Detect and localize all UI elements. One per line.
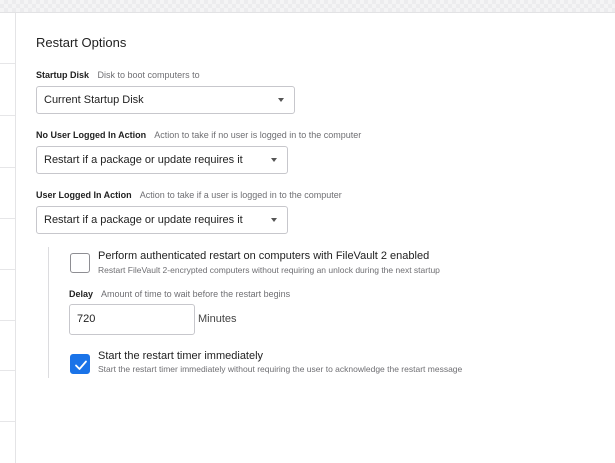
no-user-action-select[interactable]: Restart if a package or update requires … bbox=[36, 146, 288, 174]
timer-title: Start the restart timer immediately bbox=[98, 350, 264, 362]
no-user-action-value: Restart if a package or update requires … bbox=[44, 154, 243, 166]
chevron-down-icon bbox=[271, 158, 277, 162]
delay-label-text: Delay bbox=[69, 289, 94, 299]
section-title: Restart Options bbox=[36, 35, 127, 50]
delay-description: Amount of time to wait before the restar… bbox=[101, 289, 291, 299]
startup-disk-select[interactable]: Current Startup Disk bbox=[36, 86, 295, 114]
user-action-description: Action to take if a user is logged in to… bbox=[139, 190, 342, 200]
delay-label: Delay Amount of time to wait before the … bbox=[69, 289, 290, 299]
user-action-value: Restart if a package or update requires … bbox=[44, 214, 243, 226]
delay-unit: Minutes bbox=[198, 313, 237, 325]
delay-input[interactable]: 720 bbox=[69, 304, 195, 335]
no-user-action-description: Action to take if no user is logged in t… bbox=[154, 130, 362, 140]
left-column bbox=[0, 13, 16, 463]
no-user-action-label: No User Logged In Action Action to take … bbox=[36, 130, 361, 140]
subpanel-indent-line bbox=[48, 247, 49, 378]
timer-description: Start the restart timer immediately with… bbox=[98, 364, 463, 374]
startup-disk-label-text: Startup Disk bbox=[36, 70, 90, 80]
chevron-down-icon bbox=[271, 218, 277, 222]
top-strip bbox=[0, 0, 615, 13]
filevault-checkbox[interactable] bbox=[70, 253, 90, 273]
user-action-label: User Logged In Action Action to take if … bbox=[36, 190, 342, 200]
user-action-label-text: User Logged In Action bbox=[36, 190, 132, 200]
startup-disk-value: Current Startup Disk bbox=[44, 94, 144, 106]
timer-checkbox[interactable] bbox=[70, 354, 90, 374]
startup-disk-label: Startup Disk Disk to boot computers to bbox=[36, 70, 200, 80]
startup-disk-description: Disk to boot computers to bbox=[97, 70, 200, 80]
checkmark-icon bbox=[75, 360, 87, 370]
user-action-select[interactable]: Restart if a package or update requires … bbox=[36, 206, 288, 234]
filevault-title: Perform authenticated restart on compute… bbox=[98, 250, 430, 262]
chevron-down-icon bbox=[278, 98, 284, 102]
filevault-description: Restart FileVault 2-encrypted computers … bbox=[98, 265, 440, 275]
no-user-action-label-text: No User Logged In Action bbox=[36, 130, 147, 140]
